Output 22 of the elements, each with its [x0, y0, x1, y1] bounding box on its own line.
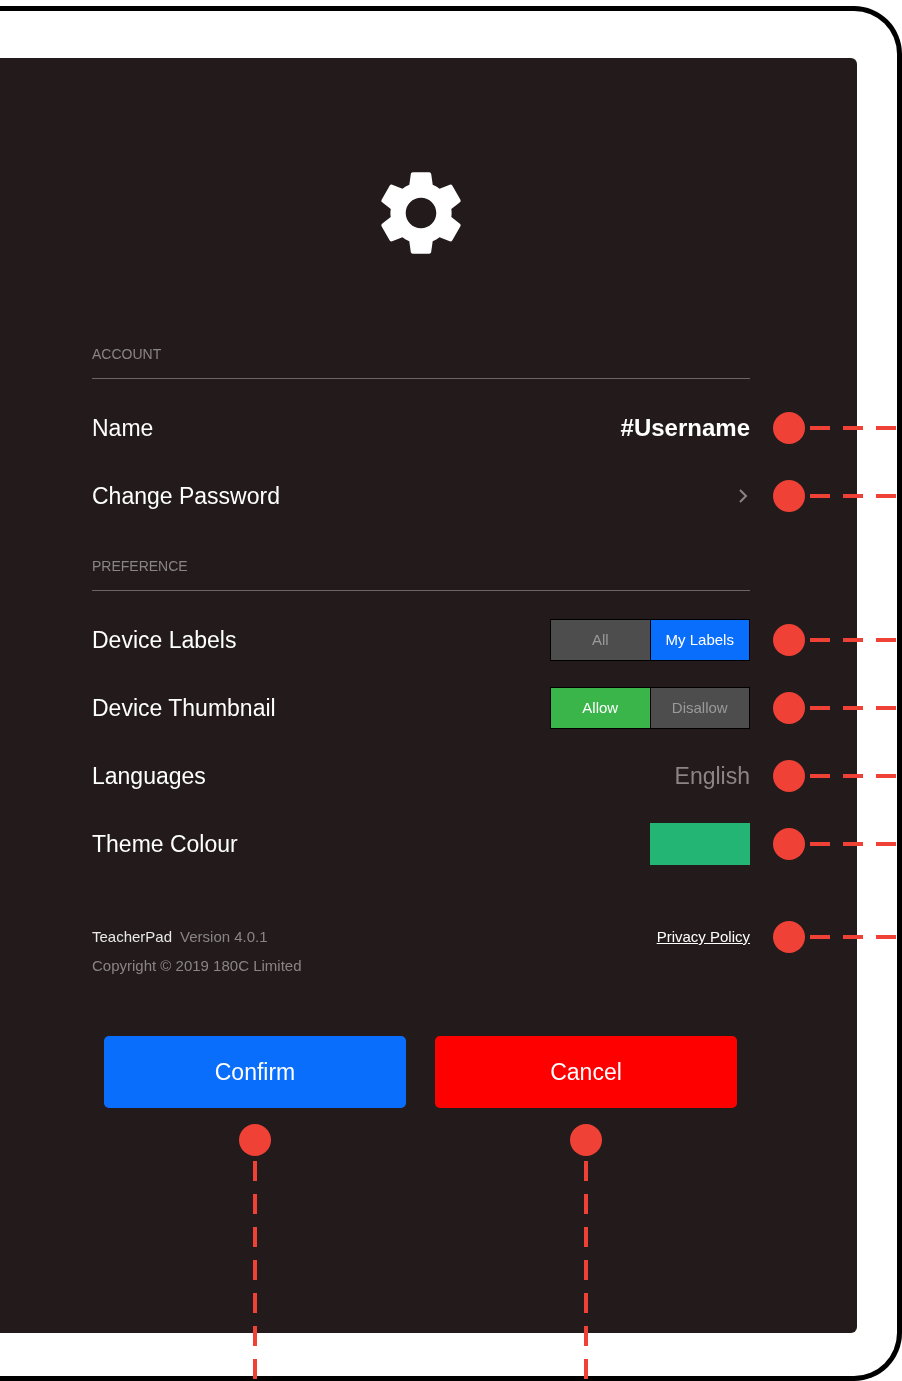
segment-option[interactable]: All	[551, 620, 650, 660]
section-header: PREFERENCE	[92, 558, 188, 574]
setting-label: Change Password	[92, 481, 280, 511]
privacy-policy-link[interactable]: Privacy Policy	[656, 927, 750, 947]
setting-label: Device Labels	[92, 625, 237, 655]
version-text: Version 4.0.1	[180, 927, 268, 947]
setting-label: Theme Colour	[92, 829, 238, 859]
setting-label: Languages	[92, 761, 206, 791]
setting-label: Name	[92, 413, 154, 443]
segment-option[interactable]: Disallow	[650, 688, 749, 728]
segment-option[interactable]: Allow	[551, 688, 650, 728]
section-header: ACCOUNT	[92, 346, 162, 362]
username-value: #Username	[620, 413, 750, 443]
language-value: English	[674, 761, 750, 791]
colour-swatch[interactable]	[650, 823, 750, 865]
cancel-button[interactable]: Cancel	[435, 1036, 737, 1108]
segment-option[interactable]: My Labels	[650, 620, 749, 660]
app-name: TeacherPad	[92, 927, 173, 947]
copyright-text: Copyright © 2019 180C Limited	[92, 956, 302, 976]
chevron-icon	[738, 488, 748, 504]
setting-label: Device Thumbnail	[92, 693, 276, 723]
confirm-button[interactable]: Confirm	[104, 1036, 406, 1108]
